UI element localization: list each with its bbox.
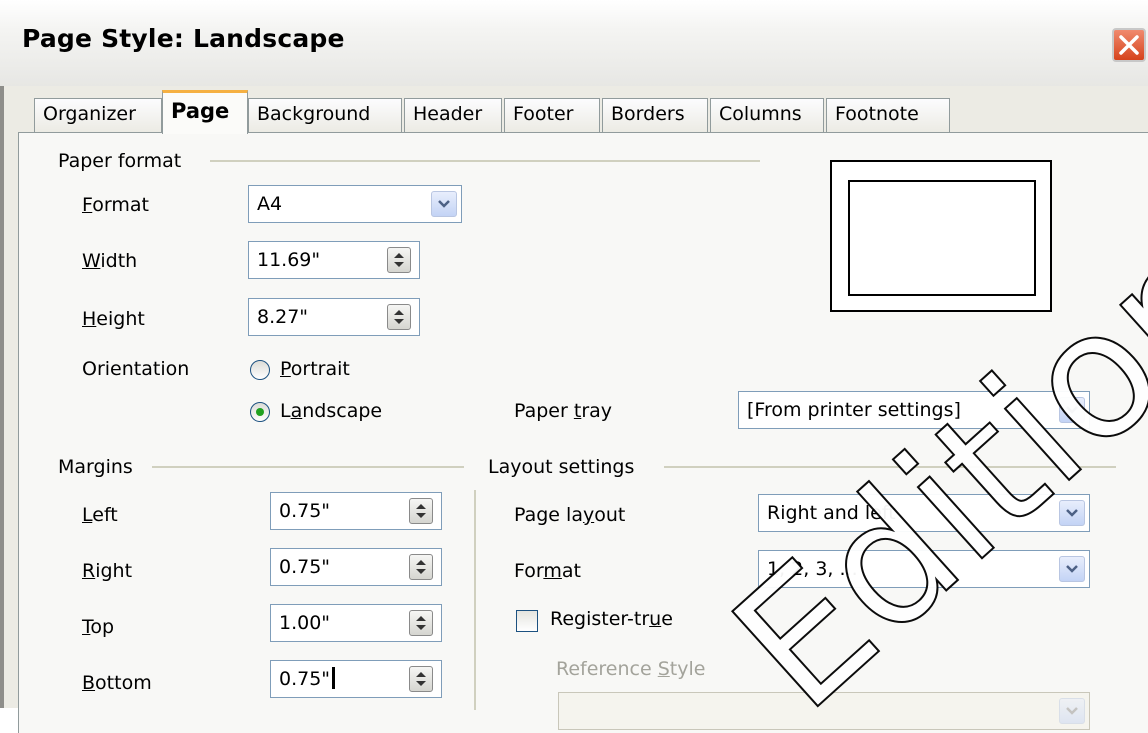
tab-page[interactable]: Page	[162, 90, 248, 134]
paper-format-heading: Paper format	[58, 150, 182, 172]
paper-format-divider	[210, 160, 760, 162]
tab-header[interactable]: Header	[404, 98, 502, 132]
register-true-checkbox[interactable]	[516, 610, 538, 632]
window-title: Page Style: Landscape	[22, 24, 345, 53]
page-layout-dropdown-button[interactable]	[1059, 500, 1085, 526]
bottom-margin-spinfield[interactable]: 0.75"	[270, 660, 442, 698]
page-layout-dropdown[interactable]: Right and left	[758, 494, 1090, 532]
page-layout-label: Page layout	[514, 504, 626, 526]
width-value: 11.69"	[257, 249, 321, 271]
right-margin-spin-button[interactable]	[409, 554, 433, 580]
reference-style-dropdown-button[interactable]	[1059, 698, 1085, 724]
register-true-label: Register-true	[550, 608, 673, 630]
title-bar: Page Style: Landscape	[0, 0, 1148, 86]
orientation-label: Orientation	[82, 358, 190, 380]
right-margin-label: Right	[82, 560, 133, 582]
text-cursor	[332, 667, 336, 689]
format-dropdown[interactable]: A4	[248, 185, 462, 223]
spin-up-icon	[394, 253, 404, 258]
page-preview-margin-box	[848, 180, 1036, 296]
chevron-down-icon	[1066, 565, 1078, 573]
bottom-margin-value: 0.75"	[279, 668, 331, 690]
layout-format-dropdown-button[interactable]	[1059, 556, 1085, 582]
landscape-radio[interactable]	[250, 402, 270, 422]
left-margin-label: Left	[82, 504, 118, 526]
spin-up-icon	[416, 672, 426, 677]
top-margin-spinfield[interactable]: 1.00"	[270, 604, 442, 642]
tab-background[interactable]: Background	[248, 98, 402, 132]
height-label: Height	[82, 308, 145, 330]
layout-settings-divider	[664, 466, 1116, 468]
paper-tray-dropdown[interactable]: [From printer settings]	[738, 391, 1090, 429]
top-margin-spin-button[interactable]	[409, 610, 433, 636]
landscape-label: Landscape	[280, 400, 383, 422]
paper-tray-dropdown-button[interactable]	[1059, 397, 1085, 423]
top-margin-label: Top	[82, 616, 115, 638]
format-label: Format	[82, 194, 149, 216]
tab-organizer[interactable]: Organizer	[34, 98, 162, 132]
layout-format-dropdown[interactable]: 1, 2, 3, ...	[758, 550, 1090, 588]
paper-tray-value: [From printer settings]	[747, 399, 961, 421]
chevron-down-icon	[1066, 509, 1078, 517]
tab-borders[interactable]: Borders	[602, 98, 708, 132]
tab-bar: Organizer Page Background Header Footer …	[4, 86, 1148, 134]
chevron-down-icon	[1066, 406, 1078, 414]
left-margin-spinfield[interactable]: 0.75"	[270, 492, 442, 530]
format-value: A4	[257, 193, 283, 215]
reference-style-dropdown[interactable]	[558, 692, 1090, 730]
spin-down-icon	[416, 681, 426, 686]
page-layout-value: Right and left	[767, 502, 896, 524]
margins-divider	[152, 466, 464, 468]
spin-down-icon	[416, 625, 426, 630]
margins-heading: Margins	[58, 456, 133, 478]
page-preview	[830, 160, 1052, 312]
layout-format-label: Format	[514, 560, 581, 582]
close-button[interactable]	[1112, 28, 1146, 62]
tab-footer[interactable]: Footer	[504, 98, 600, 132]
height-value: 8.27"	[257, 306, 309, 328]
close-icon	[1119, 35, 1139, 55]
spin-down-icon	[416, 569, 426, 574]
height-spinfield[interactable]: 8.27"	[248, 298, 420, 336]
spin-up-icon	[416, 504, 426, 509]
spin-up-icon	[416, 616, 426, 621]
paper-tray-label: Paper tray	[514, 400, 613, 422]
spin-up-icon	[416, 560, 426, 565]
top-margin-value: 1.00"	[279, 612, 331, 634]
layout-format-value: 1, 2, 3, ...	[767, 558, 858, 580]
group-separator	[474, 490, 476, 710]
width-spinfield[interactable]: 11.69"	[248, 241, 420, 279]
chevron-down-icon	[438, 200, 450, 208]
tab-footnote[interactable]: Footnote	[826, 98, 950, 132]
spin-down-icon	[394, 262, 404, 267]
right-margin-value: 0.75"	[279, 556, 331, 578]
width-label: Width	[82, 250, 138, 272]
reference-style-label: Reference Style	[556, 658, 706, 680]
format-dropdown-button[interactable]	[431, 191, 457, 217]
spin-up-icon	[394, 310, 404, 315]
portrait-label: Portrait	[280, 358, 350, 380]
width-spin-button[interactable]	[387, 247, 411, 273]
bottom-margin-label: Bottom	[82, 672, 152, 694]
left-margin-spin-button[interactable]	[409, 498, 433, 524]
spin-down-icon	[394, 319, 404, 324]
height-spin-button[interactable]	[387, 304, 411, 330]
spin-down-icon	[416, 513, 426, 518]
tab-columns[interactable]: Columns	[710, 98, 824, 132]
portrait-radio[interactable]	[250, 360, 270, 380]
left-margin-value: 0.75"	[279, 500, 331, 522]
dialog-body: Organizer Page Background Header Footer …	[0, 86, 1148, 733]
right-margin-spinfield[interactable]: 0.75"	[270, 548, 442, 586]
layout-settings-heading: Layout settings	[488, 456, 635, 478]
bottom-margin-spin-button[interactable]	[409, 666, 433, 692]
